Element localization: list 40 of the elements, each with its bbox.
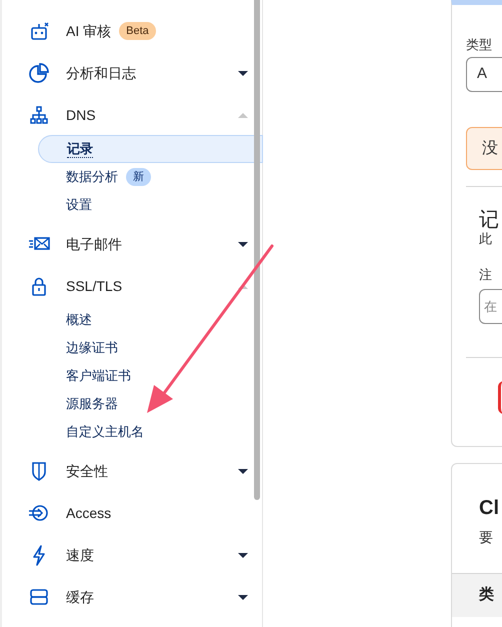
section-text: 此 [479,231,493,247]
submenu-item[interactable]: 概述 [66,310,92,330]
nav-item[interactable]: 速度 [66,544,94,566]
submenu-item[interactable]: 数据分析 [66,167,118,187]
caret-icon[interactable] [238,70,248,76]
card-text: 要 [478,528,494,546]
submenu-item[interactable]: 客户端证书 [66,366,131,386]
field-label: 类型 [466,37,493,53]
input-field[interactable]: 在 [479,289,502,324]
storage-icon [28,586,50,608]
submenu-item[interactable]: 记录 [67,140,93,158]
badge: 新 [126,168,151,186]
nav-item[interactable]: 电子邮件 [66,234,122,254]
nav-item[interactable]: 分析和日志 [66,62,136,84]
nav-item[interactable]: AI 审核 [66,20,112,42]
nav-item[interactable]: DNS [66,104,96,126]
robot-icon [28,20,50,42]
badge: Beta [119,22,156,40]
scrollbar[interactable] [254,0,260,500]
caret-icon[interactable] [238,242,248,246]
select-field[interactable]: A [466,57,502,92]
caret-icon[interactable] [238,552,248,558]
submenu-item[interactable]: 源服务器 [66,394,118,414]
nav-item[interactable]: 缓存 [66,586,94,608]
nav-item[interactable]: Access [66,502,112,524]
submenu-item[interactable]: 设置 [66,195,92,215]
alert-banner: 没 [466,127,502,170]
card-title: Cl [478,496,500,521]
arrow-circle-icon [28,502,50,524]
field-label: 注 [479,267,493,283]
pie-chart-icon [28,62,50,84]
column-header: 类 [479,585,494,606]
nav-item[interactable]: SSL/TLS [66,276,122,296]
nav-item[interactable]: 安全性 [66,460,108,482]
section-title: 记 [479,209,500,231]
network-icon [28,104,50,126]
submenu-item[interactable]: 自定义主机名 [66,422,144,442]
caret-icon[interactable] [238,468,248,474]
submenu-item[interactable]: 边缘证书 [66,338,118,358]
caret-icon[interactable] [238,594,248,600]
